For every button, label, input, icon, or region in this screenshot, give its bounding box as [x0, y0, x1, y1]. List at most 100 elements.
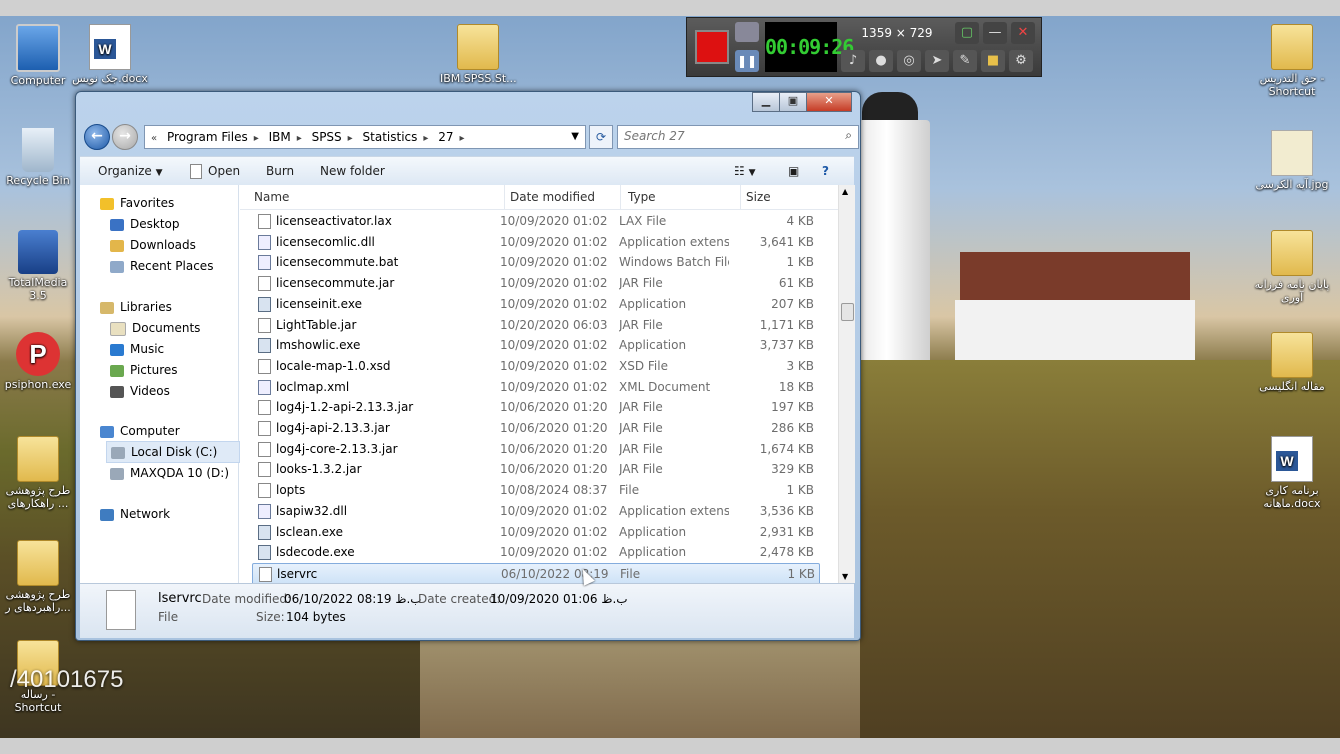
- column-size[interactable]: Size: [744, 185, 826, 209]
- new-folder-button[interactable]: New folder: [320, 157, 385, 185]
- desktop-icon-spss-folder[interactable]: IBM.SPSS.St...: [440, 24, 517, 85]
- nav-libraries[interactable]: Libraries: [100, 297, 172, 317]
- breadcrumb-27[interactable]: 27: [432, 126, 459, 148]
- nav-documents[interactable]: Documents: [110, 318, 200, 338]
- nav-computer[interactable]: Computer: [100, 421, 180, 441]
- gear-icon[interactable]: ⚙: [1009, 50, 1033, 72]
- folder-icon: [1271, 230, 1313, 276]
- breadcrumb-ibm[interactable]: IBM: [263, 126, 297, 148]
- file-row[interactable]: log4j-core-2.13.3.jar 10/06/2020 01:20 ..…: [252, 439, 818, 459]
- file-type: File: [619, 483, 640, 498]
- window-frame-button[interactable]: ▢: [955, 22, 979, 44]
- nav-maxqda-d[interactable]: MAXQDA 10 (D:): [110, 463, 229, 483]
- desktop-icon-research-folder-1[interactable]: طرح پژوهشی راهکارهای ...: [0, 436, 76, 510]
- webcam-icon[interactable]: ◎: [897, 50, 921, 72]
- vertical-scrollbar[interactable]: ▲ ▼: [838, 185, 855, 583]
- cursor-icon[interactable]: ➤: [925, 50, 949, 72]
- file-name: LightTable.jar: [276, 317, 357, 332]
- chevron-down-icon[interactable]: ▼: [571, 126, 579, 148]
- address-bar[interactable]: « Program Files ▸ IBM ▸ SPSS ▸ Statistics ▸ …: [144, 125, 586, 149]
- nav-pictures[interactable]: Pictures: [110, 360, 178, 380]
- speaker-icon[interactable]: ♪: [841, 50, 865, 72]
- preview-pane-icon[interactable]: ▣: [788, 157, 799, 185]
- record-stop-button[interactable]: [695, 30, 729, 64]
- help-icon[interactable]: ?: [822, 157, 829, 185]
- details-size-label: Size:: [256, 610, 285, 624]
- column-name[interactable]: Name: [252, 185, 505, 209]
- nav-downloads[interactable]: Downloads: [110, 235, 196, 255]
- desktop-icon-psiphon[interactable]: P psiphon.exe: [0, 332, 76, 391]
- desktop-icon-jpg[interactable]: آیه الکرسی.jpg: [1254, 130, 1330, 191]
- column-type[interactable]: Type: [626, 185, 741, 209]
- minimize-recorder-button[interactable]: —: [983, 22, 1007, 44]
- search-input[interactable]: [618, 126, 829, 146]
- file-row[interactable]: licensecomlic.dll 10/09/2020 01:02 ... App…: [252, 232, 818, 252]
- nav-music[interactable]: Music: [110, 339, 164, 359]
- close-button[interactable]: ✕: [806, 92, 852, 112]
- file-row[interactable]: loclmap.xml 10/09/2020 01:02 ... XML Docum…: [252, 377, 818, 397]
- desktop-icon-research-folder-2[interactable]: طرح پژوهشی راهبردهای ر...: [0, 540, 76, 614]
- nav-desktop[interactable]: Desktop: [110, 214, 180, 234]
- view-options-icon[interactable]: ☷ ▼: [734, 157, 756, 185]
- column-date-modified[interactable]: Date modified: [508, 185, 621, 209]
- nav-network[interactable]: Network: [100, 504, 170, 524]
- chevron-right-icon: ▸: [253, 133, 259, 144]
- nav-recent-places[interactable]: Recent Places: [110, 256, 213, 276]
- file-row[interactable]: lopts 10/08/2024 08:37 ... File 1 KB: [252, 480, 818, 500]
- close-recorder-button[interactable]: ✕: [1011, 22, 1035, 44]
- libraries-icon: [100, 301, 114, 314]
- maximize-button[interactable]: ▣: [779, 92, 807, 112]
- breadcrumb-statistics[interactable]: Statistics: [357, 126, 424, 148]
- file-row[interactable]: licensecommute.jar 10/09/2020 01:02 ... JA…: [252, 273, 818, 293]
- desktop-icon-recycle-bin[interactable]: Recycle Bin: [0, 128, 76, 187]
- wallpaper-lighthouse: [858, 120, 930, 360]
- nav-videos[interactable]: Videos: [110, 381, 170, 401]
- file-row[interactable]: licenseactivator.lax 10/09/2020 01:02 ...…: [252, 211, 818, 231]
- scroll-up-icon[interactable]: ▲: [842, 187, 848, 196]
- forward-button[interactable]: →: [112, 124, 138, 150]
- file-row[interactable]: licenseinit.exe 10/09/2020 01:02 ... Appli…: [252, 294, 818, 314]
- microphone-icon[interactable]: ●: [869, 50, 893, 72]
- file-row[interactable]: licensecommute.bat 10/09/2020 01:02 ... Wi…: [252, 252, 818, 272]
- folder-open-icon[interactable]: ■: [981, 50, 1005, 72]
- breadcrumb-spss[interactable]: SPSS: [306, 126, 348, 148]
- desktop-icon-dissertation-folder[interactable]: پایان نامه فرزانه آوری: [1254, 230, 1330, 304]
- file-row[interactable]: lservrc 06/10/2022 08:19 ... File 1 KB: [252, 562, 820, 585]
- videos-icon: [110, 385, 124, 398]
- breadcrumb-program-files[interactable]: Program Files: [161, 126, 254, 148]
- desktop-icon-monthly-plan[interactable]: W برنامه کاری ماهانه.docx: [1254, 436, 1330, 510]
- nav-local-disk-c[interactable]: Local Disk (C:): [106, 441, 240, 463]
- search-icon[interactable]: ⌕: [845, 128, 852, 143]
- burn-button[interactable]: Burn: [266, 157, 294, 185]
- scrollbar-thumb[interactable]: [841, 303, 854, 321]
- file-row[interactable]: LightTable.jar 10/20/2020 06:03 ... JAR Fi…: [252, 315, 818, 335]
- file-date-modified: 10/08/2024 08:37 ...: [500, 483, 610, 498]
- file-row[interactable]: lsclean.exe 10/09/2020 01:02 ... Applicati…: [252, 522, 818, 542]
- nav-favorites[interactable]: Favorites: [100, 193, 174, 213]
- file-row[interactable]: lmshowlic.exe 10/09/2020 01:02 ... Applica…: [252, 335, 818, 355]
- desktop-icon-english-article[interactable]: مقاله انگلیسی: [1254, 332, 1330, 393]
- back-button[interactable]: ←: [84, 124, 110, 150]
- desktop-icon-tuition-shortcut[interactable]: حق التدریس - Shortcut: [1254, 24, 1330, 98]
- open-button[interactable]: Open: [190, 157, 240, 185]
- file-date-modified: 10/06/2020 01:20 ...: [500, 400, 610, 415]
- file-icon: [258, 358, 271, 374]
- file-row[interactable]: log4j-1.2-api-2.13.3.jar 10/06/2020 01:20…: [252, 397, 818, 417]
- file-row[interactable]: looks-1.3.2.jar 10/06/2020 01:20 ... JAR F…: [252, 459, 818, 479]
- scroll-down-icon[interactable]: ▼: [842, 572, 848, 581]
- refresh-button[interactable]: ⟳: [589, 125, 613, 149]
- file-icon: [258, 400, 271, 416]
- desktop-icon-computer[interactable]: Computer: [0, 24, 76, 87]
- file-name: licensecomlic.dll: [276, 234, 375, 249]
- minimize-button[interactable]: ▁: [752, 92, 780, 112]
- file-row[interactable]: lsapiw32.dll 10/09/2020 01:02 ... Applicat…: [252, 501, 818, 521]
- pen-icon[interactable]: ✎: [953, 50, 977, 72]
- file-row[interactable]: lsdecode.exe 10/09/2020 01:02 ... Applicat…: [252, 542, 818, 562]
- pause-button[interactable]: ❚❚: [735, 50, 759, 72]
- file-row[interactable]: locale-map-1.0.xsd 10/09/2020 01:02 ... XS…: [252, 356, 818, 376]
- desktop-icon-totalmedia[interactable]: TotalMedia 3.5: [0, 230, 76, 302]
- camera-icon[interactable]: [735, 22, 759, 42]
- desktop-icon-docx[interactable]: W جک نویس.docx: [72, 24, 148, 85]
- file-row[interactable]: log4j-api-2.13.3.jar 10/06/2020 01:20 ...…: [252, 418, 818, 438]
- organize-button[interactable]: Organize ▼: [98, 157, 163, 185]
